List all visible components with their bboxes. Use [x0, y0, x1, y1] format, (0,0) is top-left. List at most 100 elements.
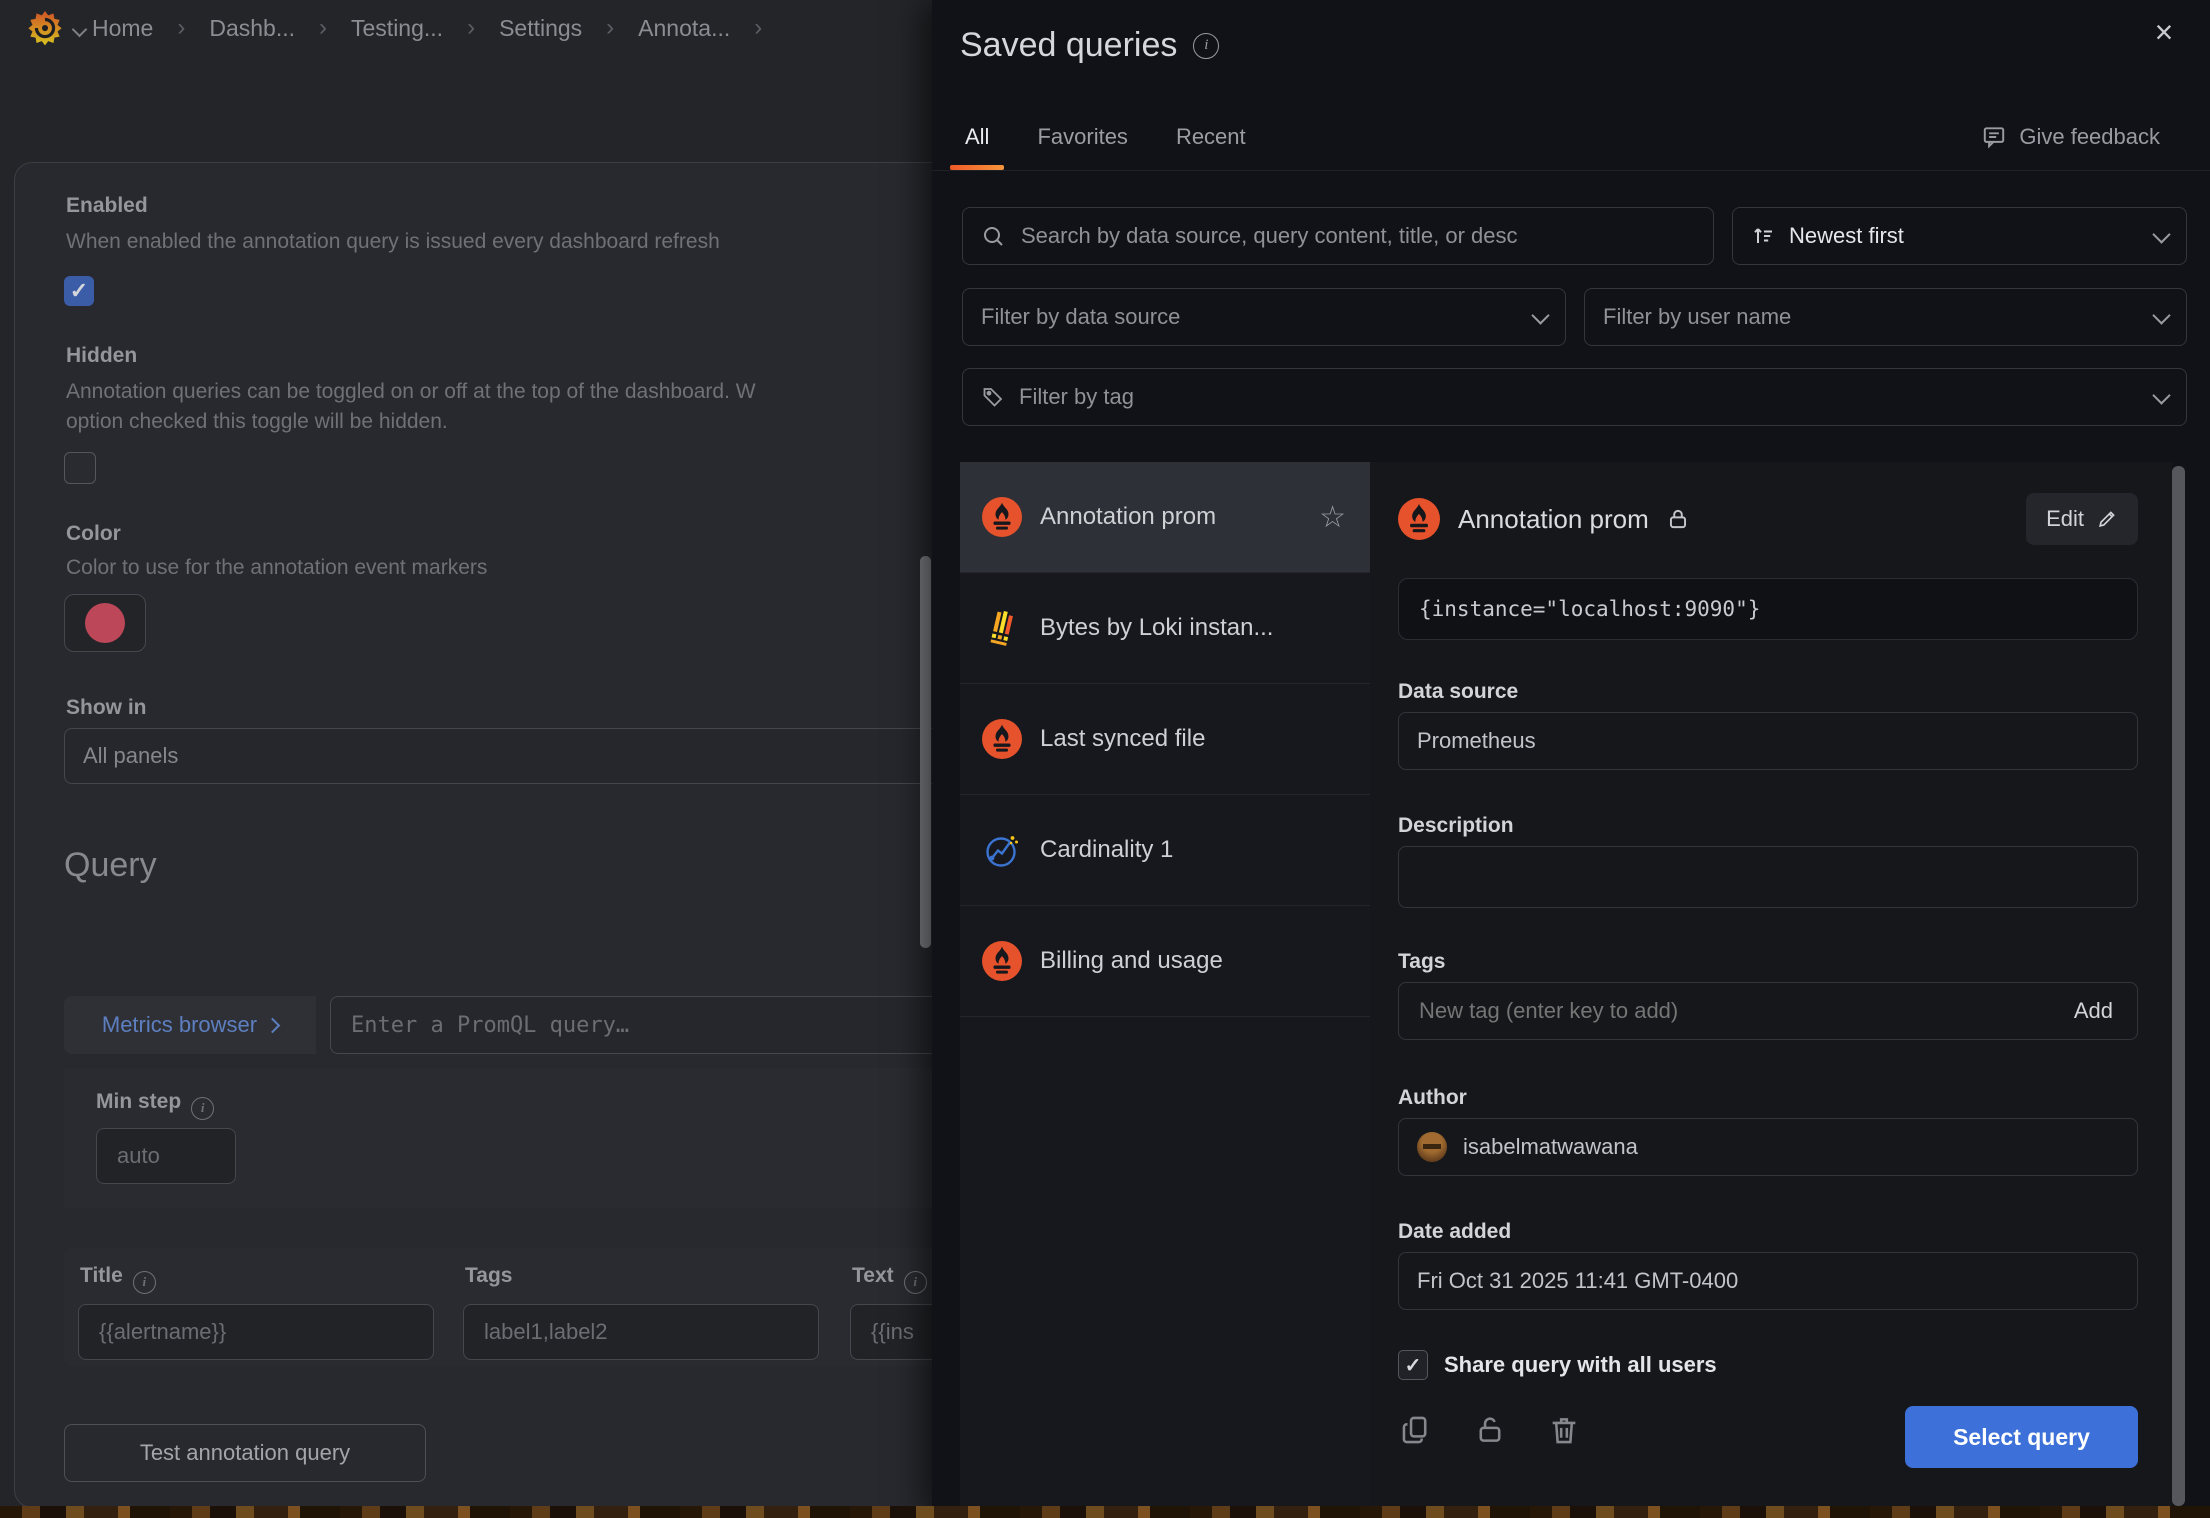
share-query-label: Share query with all users [1444, 1352, 1717, 1378]
saved-query-list: Annotation prom ☆ Bytes by Loki instan..… [960, 462, 1370, 1518]
filter-datasource-select[interactable]: Filter by data source [962, 288, 1566, 346]
avatar [1417, 1132, 1447, 1162]
description-field[interactable] [1398, 846, 2138, 908]
add-tag-button[interactable]: Add [2068, 997, 2119, 1025]
filter-tag-placeholder: Filter by tag [1019, 384, 1134, 410]
saved-query-search-field[interactable] [962, 207, 1714, 265]
grafana-flame-icon [26, 10, 64, 48]
list-item-billing-and-usage[interactable]: Billing and usage [960, 906, 1370, 1017]
test-annotation-query-button[interactable]: Test annotation query [64, 1424, 426, 1482]
chevron-down-icon [2152, 386, 2170, 404]
page-scrollbar-thumb[interactable] [920, 556, 931, 948]
list-item-last-synced-file[interactable]: Last synced file [960, 684, 1370, 795]
color-swatch-icon [85, 603, 125, 643]
info-icon: i [133, 1271, 156, 1294]
title-field[interactable] [78, 1304, 434, 1360]
min-step-input[interactable] [115, 1142, 217, 1170]
metrics-browser-label: Metrics browser [102, 1012, 257, 1038]
unlock-icon[interactable] [1468, 1408, 1512, 1452]
edit-label: Edit [2046, 506, 2084, 532]
pencil-icon [2096, 508, 2118, 530]
dashboard-peek-strip [0, 1506, 2210, 1518]
min-step-label: Min stepi [96, 1090, 214, 1120]
datasource-value: Prometheus [1417, 728, 1536, 754]
select-query-button[interactable]: Select query [1905, 1406, 2138, 1468]
chevron-right-icon [265, 1017, 281, 1033]
enabled-checkbox[interactable]: ✓ [64, 276, 94, 306]
title-label: Titlei [80, 1264, 156, 1294]
new-tag-input[interactable] [1417, 997, 2068, 1025]
share-query-checkbox[interactable]: ✓ [1398, 1350, 1428, 1380]
chevron-down-icon[interactable] [72, 22, 88, 38]
search-input[interactable] [1019, 222, 1695, 250]
filter-tag-select[interactable]: Filter by tag [962, 368, 2187, 426]
date-added-label: Date added [1398, 1220, 1511, 1244]
datasource-label: Data source [1398, 680, 1518, 704]
hidden-description-line1: Annotation queries can be toggled on or … [66, 380, 756, 404]
tag-icon [981, 385, 1005, 409]
tab-all[interactable]: All [950, 104, 1004, 170]
info-icon[interactable]: i [1193, 33, 1219, 59]
breadcrumb-separator-icon: › [177, 14, 185, 42]
tab-favorites[interactable]: Favorites [1022, 104, 1142, 170]
date-added-field: Fri Oct 31 2025 11:41 GMT-0400 [1398, 1252, 2138, 1310]
saved-query-name: Cardinality 1 [1040, 836, 1173, 864]
check-icon: ✓ [1405, 1353, 1422, 1378]
datasource-value-field: Prometheus [1398, 712, 2138, 770]
show-in-value: All panels [83, 743, 178, 769]
list-item-cardinality-1[interactable]: Cardinality 1 [960, 795, 1370, 906]
enabled-description: When enabled the annotation query is iss… [66, 230, 720, 254]
saved-query-name: Billing and usage [1040, 947, 1223, 975]
filter-username-placeholder: Filter by user name [1603, 304, 1791, 330]
saved-queries-drawer: Saved queries i × All Favorites Recent G… [932, 0, 2210, 1518]
breadcrumb: Home › Dashb... › Testing... › Settings … [92, 0, 762, 56]
give-feedback-button[interactable]: Give feedback [1975, 104, 2166, 170]
sort-select[interactable]: Newest first [1732, 207, 2187, 265]
breadcrumb-dashboard[interactable]: Testing... [351, 15, 443, 42]
query-expression: {instance="localhost:9090"} [1398, 578, 2138, 640]
min-step-field[interactable] [96, 1128, 236, 1184]
new-tag-field[interactable]: Add [1398, 982, 2138, 1040]
star-icon[interactable]: ☆ [1313, 499, 1352, 536]
annotation-color-picker[interactable] [64, 594, 146, 652]
tab-recent[interactable]: Recent [1161, 104, 1261, 170]
show-in-label: Show in [66, 696, 147, 720]
date-added-value: Fri Oct 31 2025 11:41 GMT-0400 [1417, 1268, 1738, 1294]
enabled-label: Enabled [66, 194, 148, 218]
close-icon[interactable]: × [2144, 12, 2184, 52]
breadcrumb-separator-icon: › [319, 14, 327, 42]
loki-icon [982, 608, 1022, 648]
breadcrumb-annotations[interactable]: Annota... [638, 15, 730, 42]
cardinality-icon [982, 830, 1022, 870]
edit-button[interactable]: Edit [2026, 493, 2138, 545]
drawer-title: Saved queries [960, 26, 1177, 65]
breadcrumb-dashboards[interactable]: Dashb... [209, 15, 295, 42]
description-label: Description [1398, 814, 1514, 838]
filter-datasource-placeholder: Filter by data source [981, 304, 1180, 330]
list-item-annotation-prom[interactable]: Annotation prom ☆ [960, 462, 1370, 573]
breadcrumb-separator-icon: › [754, 14, 762, 42]
saved-query-name: Last synced file [1040, 725, 1205, 753]
tags-input[interactable] [482, 1318, 800, 1346]
copy-icon[interactable] [1394, 1408, 1438, 1452]
hidden-checkbox[interactable] [64, 452, 96, 484]
author-value: isabelmatwawana [1463, 1134, 1638, 1160]
metrics-browser-button[interactable]: Metrics browser [64, 996, 316, 1054]
search-icon [981, 224, 1005, 248]
tags-field[interactable] [463, 1304, 819, 1360]
info-icon: i [191, 1097, 214, 1120]
breadcrumb-settings[interactable]: Settings [499, 15, 582, 42]
drawer-scrollbar-thumb[interactable] [2172, 466, 2185, 1506]
trash-icon[interactable] [1542, 1408, 1586, 1452]
list-item-bytes-by-loki[interactable]: Bytes by Loki instan... [960, 573, 1370, 684]
tags-label: Tags [465, 1264, 512, 1288]
breadcrumb-home[interactable]: Home [92, 15, 153, 42]
drawer-tabbar: All Favorites Recent Give feedback [932, 104, 2210, 171]
author-field: isabelmatwawana [1398, 1118, 2138, 1176]
chevron-down-icon [1531, 306, 1549, 324]
grafana-logo[interactable] [26, 10, 64, 48]
title-input[interactable] [97, 1318, 415, 1346]
info-icon: i [904, 1271, 927, 1294]
filter-username-select[interactable]: Filter by user name [1584, 288, 2187, 346]
check-icon: ✓ [70, 278, 88, 304]
